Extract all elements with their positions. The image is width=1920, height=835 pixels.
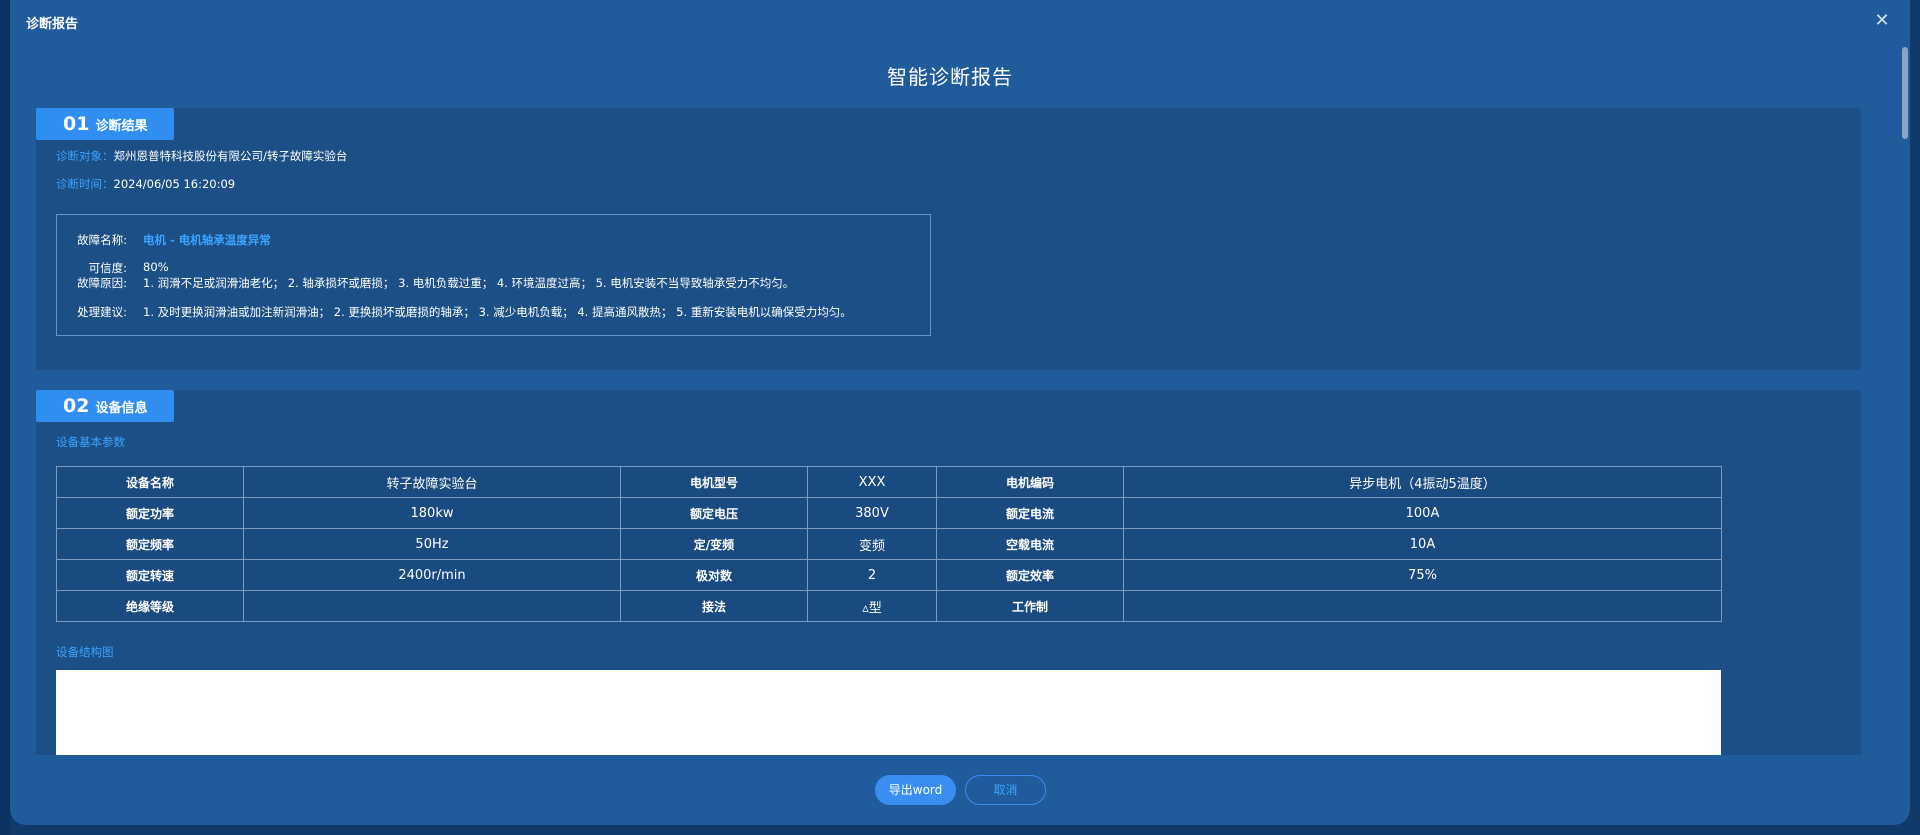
param-key: 额定电压 <box>620 497 808 529</box>
param-value: 10A <box>1123 528 1722 560</box>
param-key: 额定电流 <box>936 497 1124 529</box>
diagnosis-time-label: 诊断时间： <box>56 177 114 191</box>
scrollbar-thumb[interactable] <box>1902 47 1908 139</box>
param-key: 额定频率 <box>56 528 244 560</box>
confidence-label: 可信度: <box>88 261 127 275</box>
table-row: 额定功率 180kw 额定电压 380V 额定电流 100A <box>56 497 1722 529</box>
section-badge: 01 诊断结果 <box>36 108 174 140</box>
diagnosis-time-value: 2024/06/05 16:20:09 <box>113 177 236 191</box>
report-title: 智能诊断报告 <box>887 65 1013 89</box>
close-icon[interactable]: ✕ <box>1872 11 1892 31</box>
dialog-header: 诊断报告 ✕ <box>10 0 1910 42</box>
fault-name-value: 电机 - 电机轴承温度异常 <box>143 233 271 247</box>
table-row: 额定转速 2400r/min 极对数 2 额定效率 75% <box>56 559 1722 591</box>
backdrop <box>0 0 10 835</box>
advice-value: 1. 及时更换润滑油或加注新润滑油； 2. 更换损坏或磨损的轴承； 3. 减少电… <box>143 305 852 319</box>
param-value: 2 <box>807 559 937 591</box>
dialog-title: 诊断报告 <box>26 17 79 32</box>
section-number: 01 <box>63 113 90 135</box>
param-key: 额定转速 <box>56 559 244 591</box>
report-scroll-area[interactable]: 智能诊断报告 01 诊断结果 诊断对象：郑州恩普特科技股份有限公司/转子故障实验… <box>10 42 1910 755</box>
param-value: 180kw <box>243 497 621 529</box>
param-value: ▵型 <box>807 590 937 622</box>
diagnosis-object-value: 郑州恩普特科技股份有限公司/转子故障实验台 <box>113 149 348 163</box>
param-key: 极对数 <box>620 559 808 591</box>
param-key: 额定效率 <box>936 559 1124 591</box>
diagnosis-time-row: 诊断时间：2024/06/05 16:20:09 <box>56 176 235 192</box>
section-label: 设备信息 <box>95 400 148 416</box>
dialog-footer: 导出word 取消 <box>10 755 1910 825</box>
structure-diagram-heading: 设备结构图 <box>56 645 114 659</box>
param-key: 额定功率 <box>56 497 244 529</box>
param-value: 2400r/min <box>243 559 621 591</box>
confidence-value: 80% <box>143 260 169 274</box>
param-value: 异步电机（4振动5温度） <box>1123 466 1722 498</box>
section-badge: 02 设备信息 <box>36 390 174 422</box>
fault-detail-box: 故障名称: 电机 - 电机轴承温度异常 可信度: 80% 故障原因: 1. 润滑… <box>56 214 931 336</box>
param-value: 380V <box>807 497 937 529</box>
param-key: 工作制 <box>936 590 1124 622</box>
table-row: 额定频率 50Hz 定/变频 变频 空载电流 10A <box>56 528 1722 560</box>
diagnosis-object-row: 诊断对象：郑州恩普特科技股份有限公司/转子故障实验台 <box>56 148 347 164</box>
section-number: 02 <box>63 395 90 417</box>
cancel-button[interactable]: 取消 <box>965 775 1046 805</box>
advice-label: 处理建议: <box>77 305 127 319</box>
param-value: 75% <box>1123 559 1722 591</box>
table-row: 设备名称 转子故障实验台 电机型号 XXX 电机编码 异步电机（4振动5温度） <box>56 466 1722 498</box>
diagnosis-object-label: 诊断对象： <box>56 149 114 163</box>
param-key: 电机编码 <box>936 466 1124 498</box>
export-word-button[interactable]: 导出word <box>875 775 956 805</box>
structure-diagram-image <box>56 670 1721 755</box>
param-key: 绝缘等级 <box>56 590 244 622</box>
param-value: 50Hz <box>243 528 621 560</box>
param-value <box>243 590 621 622</box>
param-value: 变频 <box>807 528 937 560</box>
param-key: 接法 <box>620 590 808 622</box>
fault-cause-value: 1. 润滑不足或润滑油老化； 2. 轴承损坏或磨损； 3. 电机负载过重； 4.… <box>143 276 795 290</box>
param-value: 100A <box>1123 497 1722 529</box>
param-key: 定/变频 <box>620 528 808 560</box>
fault-name-label: 故障名称: <box>77 233 127 247</box>
param-value: 转子故障实验台 <box>243 466 621 498</box>
param-value <box>1123 590 1722 622</box>
param-key: 电机型号 <box>620 466 808 498</box>
section-equipment-info: 02 设备信息 设备基本参数 设备名称 转子故障实验台 电机型号 XXX 电机编… <box>36 390 1861 755</box>
equipment-params-table: 设备名称 转子故障实验台 电机型号 XXX 电机编码 异步电机（4振动5温度） … <box>56 466 1722 622</box>
table-row: 绝缘等级 接法 ▵型 工作制 <box>56 590 1722 622</box>
section-label: 诊断结果 <box>95 118 148 134</box>
fault-cause-label: 故障原因: <box>77 276 127 290</box>
param-value: XXX <box>807 466 937 498</box>
scrollbar-track[interactable] <box>1900 46 1908 755</box>
param-key: 空载电流 <box>936 528 1124 560</box>
param-key: 设备名称 <box>56 466 244 498</box>
basic-params-heading: 设备基本参数 <box>56 435 125 449</box>
diagnosis-report-dialog: 诊断报告 ✕ 智能诊断报告 01 诊断结果 诊断对象：郑州恩普特科技股份有限公司… <box>10 0 1910 825</box>
section-diagnosis-result: 01 诊断结果 诊断对象：郑州恩普特科技股份有限公司/转子故障实验台 诊断时间：… <box>36 108 1861 370</box>
